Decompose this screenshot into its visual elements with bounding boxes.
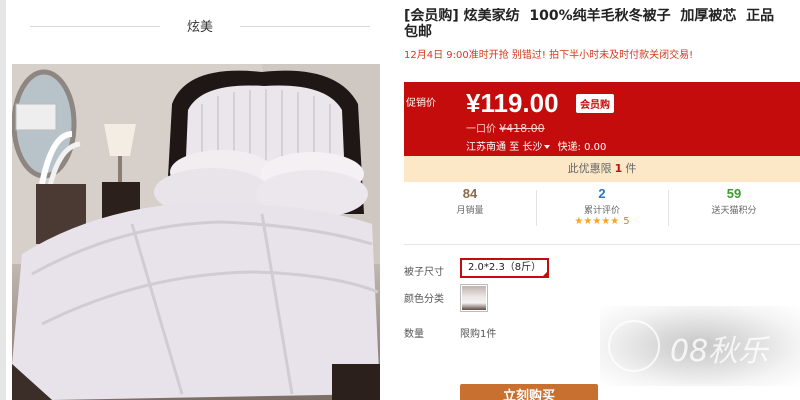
stat-reviews-value: 2 — [598, 186, 606, 201]
product-main-image[interactable] — [12, 64, 380, 400]
promo-limit-prefix: 此优惠限 — [567, 162, 612, 175]
product-stats: 84 月销量 2 累计评价 ★★★★★ 5 59 送天猫积分 — [404, 186, 800, 234]
stat-reviews[interactable]: 2 累计评价 ★★★★★ 5 — [536, 186, 668, 227]
product-title: [会员购] 炫美家纺 100%纯羊毛秋冬被子 加厚被芯 正品 包邮 — [404, 8, 775, 40]
site-watermark: 08秋乐 — [608, 316, 798, 376]
rating-stars: ★★★★★ 5 — [536, 216, 668, 227]
stat-monthly-sales-value: 84 — [462, 186, 478, 201]
ship-to-city: 长沙 — [522, 142, 543, 153]
brand-divider-right — [240, 26, 370, 27]
original-price-label: 一口价 — [466, 124, 496, 135]
section-divider — [404, 244, 800, 245]
rating-score: 5 — [623, 216, 630, 227]
sale-notice-2: 拍下半小时未及时付款关闭交易! — [549, 50, 694, 61]
buy-now-button[interactable]: 立刻购买 — [460, 384, 598, 400]
selected-check-icon — [541, 270, 550, 278]
page-left-edge — [0, 0, 6, 400]
ship-from: 江苏南通 — [466, 142, 506, 153]
shipping-row: 江苏南通 至 长沙 快递: 0.00 — [466, 138, 606, 153]
size-option-label: 被子尺寸 — [404, 267, 444, 278]
quantity-label: 数量 — [404, 329, 424, 340]
sale-start-time: 12月4日 9:00准时开抢 — [404, 50, 509, 61]
bed-photo-illustration — [12, 64, 380, 400]
promo-price-label: 促销价 — [406, 98, 436, 109]
size-option-selected[interactable]: 2.0*2.3（8斤） — [460, 258, 550, 278]
ship-to-word: 至 — [509, 142, 520, 153]
color-option-swatch[interactable] — [460, 284, 488, 312]
color-option-label: 颜色分类 — [404, 294, 444, 305]
chevron-down-icon — [544, 145, 551, 149]
sale-notice-1: 别错过! — [511, 50, 546, 61]
original-price-value: ¥418.00 — [499, 122, 545, 135]
brand-header: 炫美 — [30, 8, 370, 44]
promo-limit-suffix: 件 — [625, 162, 637, 175]
watermark-logo-icon — [608, 320, 660, 372]
stat-points-value: 59 — [726, 186, 742, 201]
watermark-text: 08秋乐 — [670, 334, 769, 369]
promo-limit-count: 1 — [614, 162, 623, 175]
express-fee: 快递: 0.00 — [557, 142, 607, 153]
product-subtitle: 12月4日 9:00准时开抢 别错过! 拍下半小时未及时付款关闭交易! — [404, 46, 800, 61]
promo-limit-bar: 此优惠限 1 件 — [404, 156, 800, 182]
ship-to-city-select[interactable]: 长沙 — [522, 142, 554, 153]
promo-price-value: ¥119.00 — [466, 88, 559, 118]
quantity-limit: 限购1件 — [460, 329, 497, 340]
color-option-thumbnail — [462, 286, 486, 310]
member-badge: 会员购 — [576, 94, 614, 113]
size-option-text: 2.0*2.3（8斤） — [468, 262, 542, 273]
stat-points-label: 送天猫积分 — [711, 206, 757, 216]
stat-monthly-sales-label: 月销量 — [456, 206, 484, 216]
star-icons: ★★★★★ — [574, 216, 620, 227]
stat-monthly-sales: 84 月销量 — [404, 186, 536, 216]
stat-reviews-label: 累计评价 — [583, 206, 620, 216]
original-price: 一口价 ¥418.00 — [466, 120, 545, 135]
stat-points: 59 送天猫积分 — [668, 186, 800, 216]
price-panel: 促销价 ¥119.00 会员购 一口价 ¥418.00 江苏南通 至 长沙 快递… — [404, 82, 800, 156]
